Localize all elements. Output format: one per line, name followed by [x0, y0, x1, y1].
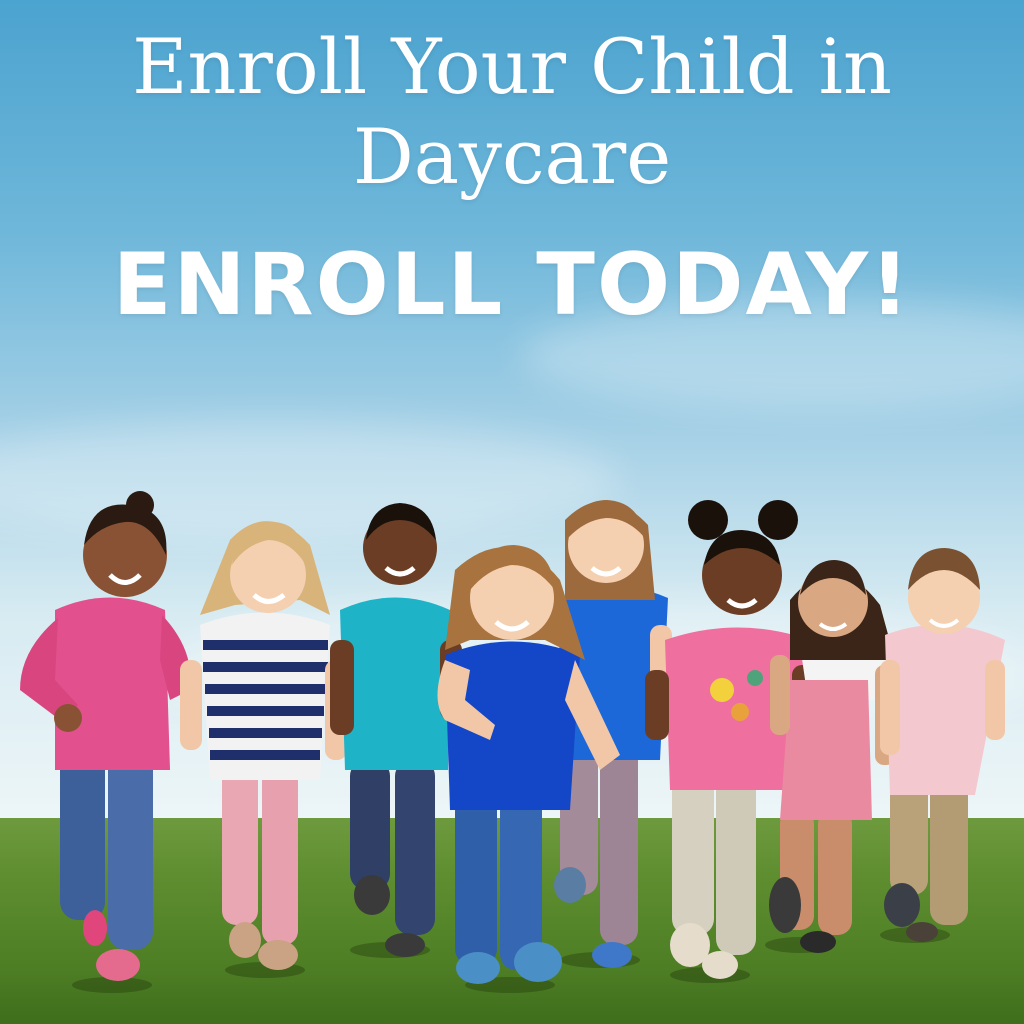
hero-image: Enroll Your Child in Daycare ENROLL TODA…: [0, 0, 1024, 1024]
child-8: [880, 548, 1005, 942]
child-1: [20, 491, 191, 981]
child-7: [769, 560, 895, 953]
child-3: [330, 503, 462, 957]
child-2: [180, 521, 347, 970]
headline-title: Enroll Your Child in Daycare: [132, 22, 892, 201]
enroll-today-text: ENROLL TODAY!: [112, 235, 912, 335]
